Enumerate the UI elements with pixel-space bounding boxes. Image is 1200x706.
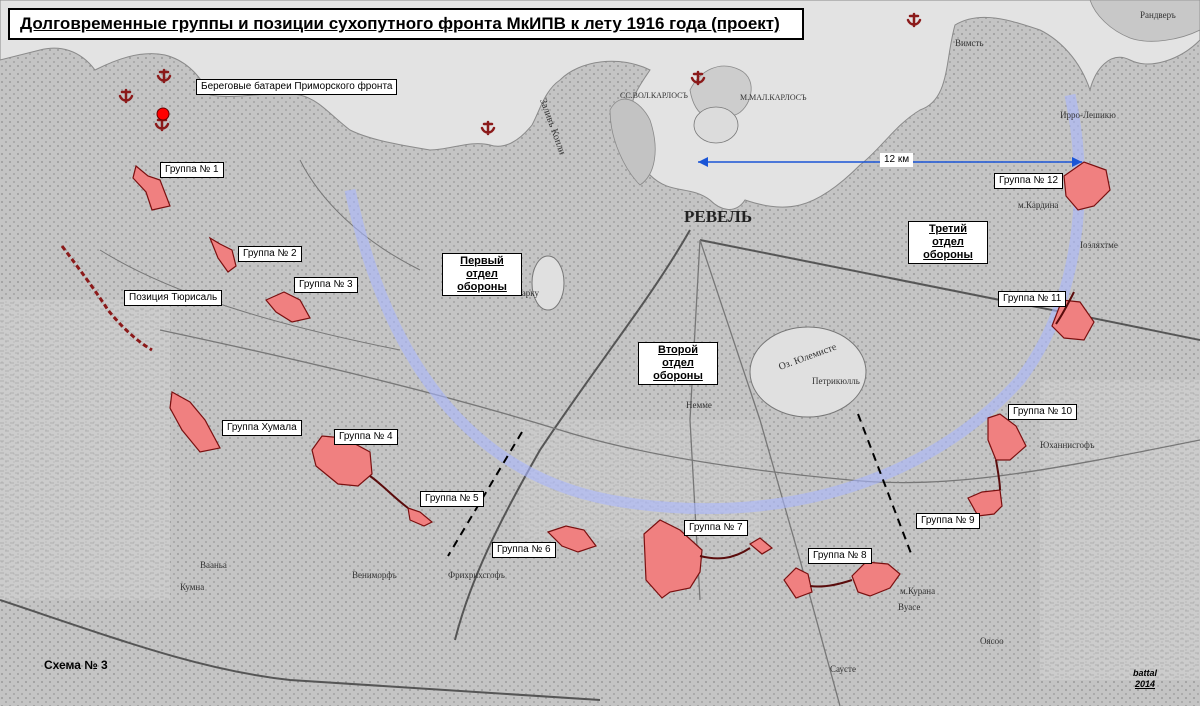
map-canvas[interactable]: РЕВЕЛЬ СС.ВОЛ.КАРЛОСЪ М.МАЛ.КАРЛОСЪ Зали…: [0, 0, 1200, 706]
signature-year: 2014: [1134, 679, 1156, 689]
place-name-revel: РЕВЕЛЬ: [684, 207, 752, 226]
place-name-peterg: Петрикюлль: [812, 376, 860, 386]
label-group-11[interactable]: Группа № 11: [998, 291, 1067, 307]
lake-ulemiste: [749, 326, 867, 418]
place-name-vimst: Вимсть: [955, 38, 984, 48]
label-defense-1[interactable]: Первый отдел обороны: [442, 253, 522, 296]
label-group-7[interactable]: Группа № 7: [684, 520, 748, 536]
label-coastal-batteries[interactable]: Береговые батареи Приморского фронта: [196, 79, 398, 95]
place-name-benim: Вениморфъ: [352, 570, 397, 580]
label-defense-2[interactable]: Второй отдел обороны: [638, 342, 718, 385]
label-group-4[interactable]: Группа № 4: [334, 429, 398, 445]
lake-small: [693, 106, 739, 144]
label-distance: 12 км: [880, 153, 914, 167]
lake-harku: [531, 255, 565, 311]
map-title-box: Долговременные группы и позиции сухопутн…: [8, 8, 804, 40]
label-group-humala[interactable]: Группа Хумала: [222, 420, 302, 436]
label-group-6[interactable]: Группа № 6: [492, 542, 556, 558]
map-viewport[interactable]: РЕВЕЛЬ СС.ВОЛ.КАРЛОСЪ М.МАЛ.КАРЛОСЪ Зали…: [0, 0, 1200, 706]
place-name-sauste: Саусте: [830, 664, 856, 674]
map-title: Долговременные группы и позиции сухопутн…: [20, 14, 780, 33]
place-name-m-karlos: М.МАЛ.КАРЛОСЪ: [740, 93, 807, 102]
scheme-label: Схема № 3: [44, 658, 108, 672]
label-group-10[interactable]: Группа № 10: [1008, 404, 1078, 420]
label-defense-3[interactable]: Третий отдел обороны: [908, 221, 988, 264]
place-name-ira: Ирро-Лешикю: [1060, 110, 1116, 120]
place-name-kuru: м.Курана: [900, 586, 935, 596]
label-group-2[interactable]: Группа № 2: [238, 246, 302, 262]
swamp-area: [1040, 380, 1200, 680]
place-name-randvere: Рандверъ: [1140, 10, 1176, 20]
label-position-turisal[interactable]: Позиция Тюрисаль: [124, 290, 223, 306]
label-group-12[interactable]: Группа № 12: [994, 173, 1064, 189]
place-name-karlos: СС.ВОЛ.КАРЛОСЪ: [620, 91, 688, 100]
label-group-3[interactable]: Группа № 3: [294, 277, 358, 293]
signature-author: battal: [1132, 668, 1157, 678]
label-group-1[interactable]: Группа № 1: [160, 162, 224, 178]
land-base: [0, 0, 1200, 706]
place-name-ojasoo: Оясоо: [980, 636, 1004, 646]
place-name-hyukin: Юханнисгофъ: [1040, 440, 1095, 450]
place-name-kardina: м.Кардина: [1018, 200, 1058, 210]
place-name-kumma: Кумна: [180, 582, 204, 592]
label-group-5[interactable]: Группа № 5: [420, 491, 484, 507]
label-group-8[interactable]: Группа № 8: [808, 548, 872, 564]
battery-dot-icon: [156, 107, 170, 121]
place-name-vaana: Вааньа: [200, 560, 227, 570]
place-name-frixhof: Фрихрихсгофъ: [448, 570, 505, 580]
place-name-vyuse: Вуасе: [898, 602, 920, 612]
place-name-joelahtme: Іоэляхтме: [1080, 240, 1118, 250]
author-signature: battal 2014: [1131, 668, 1159, 690]
label-group-9[interactable]: Группа № 9: [916, 513, 980, 529]
place-name-nehm: Немме: [686, 400, 712, 410]
